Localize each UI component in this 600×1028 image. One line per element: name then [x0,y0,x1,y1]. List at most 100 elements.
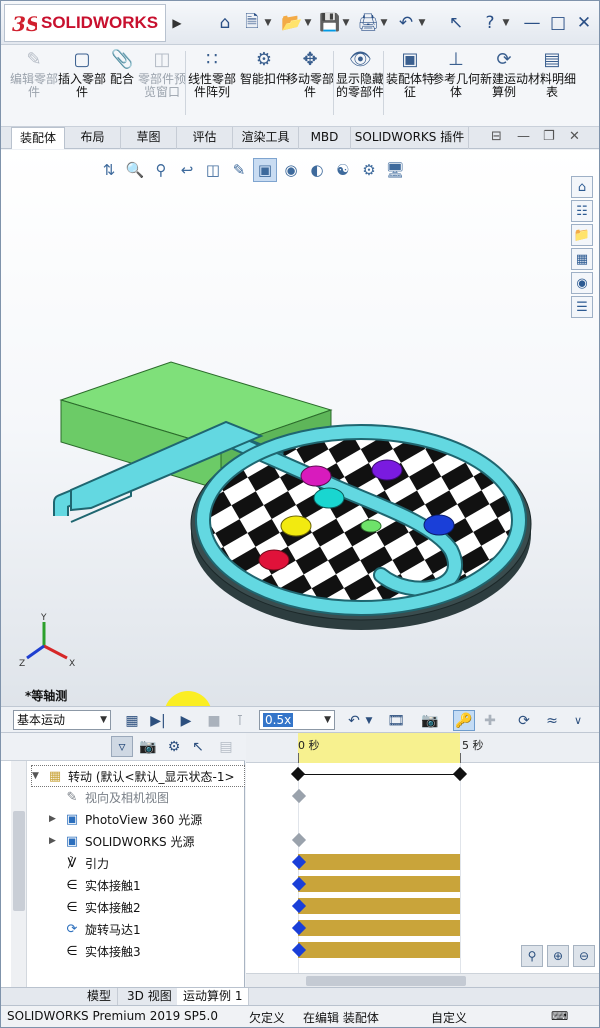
slider-icon[interactable]: ⊺ [229,710,251,731]
tree-item-lights[interactable]: ▶ ▣ SOLIDWORKS 光源 [49,830,194,852]
edit-component-button[interactable]: ✎ 编辑零部件 [9,49,59,99]
design-library-icon[interactable]: ☷ [571,200,593,222]
tab-sketch[interactable]: 草图 [121,127,177,149]
tree-item-contact1[interactable]: ∈ 实体接触1 [49,874,140,896]
play-icon[interactable]: ▶ [175,710,197,731]
tree-root[interactable]: ▼ ▦ 转动 (默认<默认_显示状态-1> [31,765,245,787]
key-start[interactable] [290,766,306,782]
calculate-icon[interactable]: ▦ [121,710,143,731]
edit-appearance-icon[interactable]: ◐ [305,158,329,182]
apply-scene-icon[interactable]: ☯ [331,158,355,182]
undo-dropdown-icon[interactable]: ▼ [417,11,427,35]
playback-mode-dropdown-icon[interactable]: ▼ [363,710,375,731]
zoom-out-icon[interactable]: ⊖ [573,945,595,967]
tab-mbd[interactable]: MBD [299,127,351,149]
tab-assembly[interactable]: 装配体 [11,127,65,149]
autokey-icon[interactable]: 🔑 [453,710,475,731]
filter-icon[interactable]: ▿ [111,736,133,757]
timeline-scroll-thumb[interactable] [306,976,466,986]
save-dropdown-icon[interactable]: ▼ [341,11,351,35]
component-preview-button[interactable]: ◫ 零部件预览窗口 [137,49,187,99]
filter-driving-icon[interactable]: ⚙ [163,736,185,757]
tree-item-photoview[interactable]: ▶ ▣ PhotoView 360 光源 [49,808,202,830]
minimize-icon[interactable]: — [521,11,543,35]
file-explorer-icon[interactable]: 📁 [571,224,593,246]
monitor-icon[interactable]: 🖥 [383,158,407,182]
doc-minimize-icon[interactable]: — [517,129,530,144]
save-animation-icon[interactable]: 🎞 [385,710,407,731]
tab-motion-study-1[interactable]: 运动算例 1 [177,988,250,1006]
spring-icon[interactable]: ≈ [541,710,563,731]
timeline-scrollbar[interactable] [246,973,599,987]
print-dropdown-icon[interactable]: ▼ [379,11,389,35]
help-icon[interactable]: ? [479,11,501,35]
animation-wizard-icon[interactable]: 📷 [419,710,441,731]
tab-render-tools[interactable]: 渲染工具 [233,127,299,149]
zoom-to-fit-icon[interactable]: 🔍 [123,158,147,182]
expand-icon[interactable]: ▶ [49,836,63,846]
solidworks-resources-icon[interactable]: ⌂ [571,176,593,198]
timeline[interactable]: 0 秒 5 秒 ⚲ ⊕ ⊖ [246,733,599,987]
key-camera[interactable] [291,788,307,804]
key-end[interactable] [452,766,468,782]
doc-close-icon[interactable]: ✕ [569,129,580,144]
tree-item-contact3[interactable]: ∈ 实体接触3 [49,940,140,962]
key-lights[interactable] [291,832,307,848]
doc-restore-icon[interactable]: ❐ [543,129,555,144]
save-icon[interactable]: 💾 [319,11,341,35]
open-icon[interactable]: 📂 [281,11,303,35]
linear-pattern-button[interactable]: ∷ 线性零部件阵列 [187,49,237,99]
graphics-area[interactable]: ⇅ 🔍 ⚲ ↩ ◫ ✎ ▣ ◉ ◐ ☯ ⚙ 🖥 ⌂ ☷ 📁 ▦ ◉ ☰ Y X … [1,150,599,706]
section-view-icon[interactable]: ◫ [201,158,225,182]
reference-geometry-button[interactable]: ⊥ 参考几何体 [431,49,481,99]
playback-speed-select[interactable]: 0.5x ▼ [259,710,335,730]
previous-view-icon[interactable]: ↩ [175,158,199,182]
filter-animated-icon[interactable]: 📷 [137,736,159,757]
motor-icon[interactable]: ⟳ [513,710,535,731]
print-icon[interactable]: 🖨 [357,11,379,35]
zoom-in-icon[interactable]: ⊕ [547,945,569,967]
open-dropdown-icon[interactable]: ▼ [303,11,313,35]
play-from-start-icon[interactable]: ▶| [147,710,169,731]
view-palette-icon[interactable]: ▦ [571,248,593,270]
tab-3d-view[interactable]: 3D 视图 [121,988,179,1006]
tree-item-contact2[interactable]: ∈ 实体接触2 [49,896,140,918]
tree-item-rotary-motor[interactable]: ⟳ 旋转马达1 [49,918,141,940]
tree-scrollbar[interactable] [11,761,27,987]
home-icon[interactable]: ⌂ [214,11,236,35]
status-custom[interactable]: 自定义 [431,1009,467,1026]
zoom-to-fit-icon[interactable]: ⚲ [521,945,543,967]
dynamic-annotation-icon[interactable]: ✎ [227,158,251,182]
move-component-button[interactable]: ✥ 移动零部件 [285,49,335,99]
hide-show-items-icon[interactable]: ◉ [279,158,303,182]
bom-button[interactable]: ▤ 材料明细表 [527,49,577,99]
tree-scroll-thumb[interactable] [13,811,25,911]
undo-icon[interactable]: ↶ [395,11,417,35]
more-chevron-icon[interactable]: ∨ [567,710,589,731]
new-document-icon[interactable]: 🗎 [241,11,263,35]
help-dropdown-icon[interactable]: ▼ [501,11,511,35]
tree-item-camera[interactable]: ✎ 视向及相机视图 [49,786,169,808]
tab-options-icon[interactable]: ⊟ [491,129,502,144]
maximize-icon[interactable]: □ [547,11,569,35]
tab-model[interactable]: 模型 [81,988,119,1006]
display-style-icon[interactable]: ▣ [253,158,277,182]
view-orientation-icon[interactable]: ⇅ [97,158,121,182]
assembly-model[interactable] [31,270,591,740]
close-icon[interactable]: ✕ [573,11,595,35]
collapse-icon[interactable]: ▼ [32,771,46,781]
new-dropdown-icon[interactable]: ▼ [263,11,273,35]
expand-arrow-icon[interactable]: ▶ [169,9,185,37]
select-icon[interactable]: ↖ [445,11,467,35]
tree-item-gravity[interactable]: ℣ 引力 [49,852,109,874]
view-settings-icon[interactable]: ⚙ [357,158,381,182]
new-motion-study-button[interactable]: ⟳ 新建运动算例 [479,49,529,99]
stop-icon[interactable]: ■ [203,710,225,731]
show-hidden-button[interactable]: 👁 显示隐藏的零部件 [335,49,385,99]
tab-evaluate[interactable]: 评估 [177,127,233,149]
expand-icon[interactable]: ▶ [49,814,63,824]
tab-layout[interactable]: 布局 [65,127,121,149]
add-key-icon[interactable]: ✚ [479,710,501,731]
tab-solidworks-addins[interactable]: SOLIDWORKS 插件 [351,127,469,149]
playback-mode-icon[interactable]: ↶ [343,710,365,731]
